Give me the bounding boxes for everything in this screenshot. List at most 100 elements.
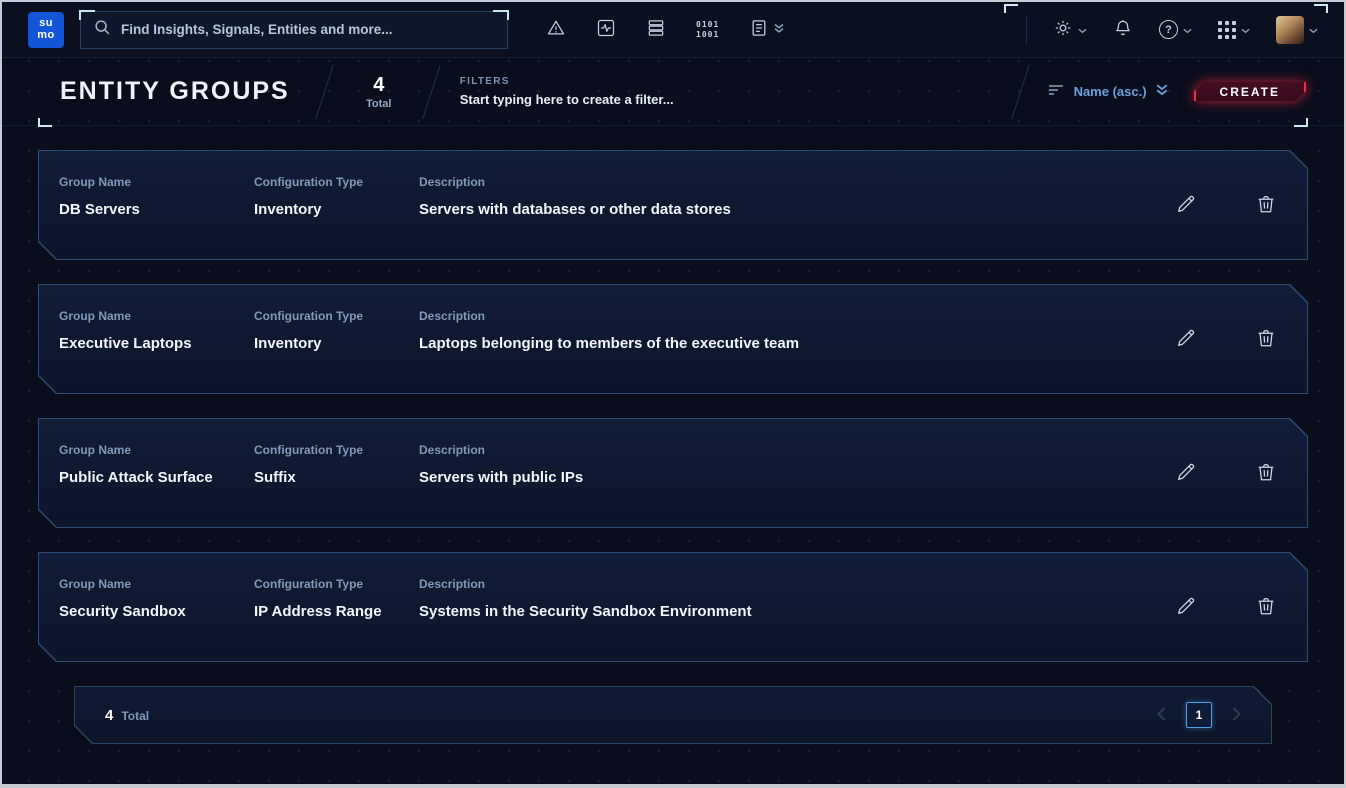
records-nav-button[interactable]: 0101 1001	[696, 20, 719, 38]
description-label: Description	[419, 577, 1135, 591]
double-chevron-down-icon	[1156, 84, 1168, 99]
search-input[interactable]	[121, 22, 495, 37]
page-header: ENTITY GROUPS 4 Total FILTERS Name (asc.…	[2, 58, 1344, 126]
server-stack-icon	[646, 18, 666, 41]
row-actions	[1175, 193, 1277, 218]
description-label: Description	[419, 309, 1135, 323]
description-value: Laptops belonging to members of the exec…	[419, 332, 1135, 355]
edit-button[interactable]	[1175, 461, 1197, 486]
edit-button[interactable]	[1175, 193, 1197, 218]
bell-icon	[1113, 18, 1133, 41]
description-value: Systems in the Security Sandbox Environm…	[419, 600, 1135, 623]
topbar-divider	[1026, 16, 1027, 44]
config-type-label: Configuration Type	[254, 443, 399, 457]
signal-pulse-icon	[596, 18, 616, 41]
chevron-down-icon	[1078, 22, 1087, 37]
settings-button[interactable]	[1053, 18, 1087, 41]
entity-group-card[interactable]: Group Name Public Attack Surface Configu…	[38, 418, 1308, 528]
group-name-value: Executive Laptops	[59, 332, 234, 355]
total-count-value: 4	[355, 74, 403, 97]
row-actions	[1175, 595, 1277, 620]
config-type-value: Inventory	[254, 332, 399, 355]
group-name-label: Group Name	[59, 175, 234, 189]
config-type-label: Configuration Type	[254, 577, 399, 591]
total-count-label: Total	[355, 98, 403, 110]
entity-group-card[interactable]: Group Name Executive Laptops Configurati…	[38, 284, 1308, 394]
description-value: Servers with public IPs	[419, 466, 1135, 489]
edit-button[interactable]	[1175, 595, 1197, 620]
description-label: Description	[419, 443, 1135, 457]
group-name-value: Security Sandbox	[59, 600, 234, 623]
filter-bar: FILTERS	[460, 76, 880, 107]
description-value: Servers with databases or other data sto…	[419, 198, 1135, 221]
entity-group-list: Group Name DB Servers Configuration Type…	[2, 126, 1344, 744]
group-name-value: DB Servers	[59, 198, 234, 221]
question-mark-icon: ?	[1159, 20, 1178, 39]
filters-label: FILTERS	[460, 76, 880, 87]
sort-control[interactable]: Name (asc.)	[1047, 83, 1168, 100]
content-nav-button[interactable]	[749, 18, 784, 41]
trash-icon	[1255, 605, 1277, 620]
row-actions	[1175, 461, 1277, 486]
clipboard-icon	[749, 18, 769, 41]
sort-lines-icon	[1047, 83, 1065, 100]
notifications-button[interactable]	[1113, 18, 1133, 41]
insights-nav-button[interactable]	[546, 18, 566, 41]
footer-total-count: 4	[105, 707, 113, 724]
config-type-value: Suffix	[254, 466, 399, 489]
group-name-value: Public Attack Surface	[59, 466, 234, 489]
trash-icon	[1255, 203, 1277, 218]
config-type-label: Configuration Type	[254, 309, 399, 323]
trash-icon	[1255, 337, 1277, 352]
delete-button[interactable]	[1255, 327, 1277, 352]
help-button[interactable]: ?	[1159, 20, 1192, 39]
trash-icon	[1255, 471, 1277, 486]
group-name-label: Group Name	[59, 443, 234, 457]
edit-button[interactable]	[1175, 327, 1197, 352]
config-type-value: IP Address Range	[254, 600, 399, 623]
entity-group-card[interactable]: Group Name DB Servers Configuration Type…	[38, 150, 1308, 260]
previous-page-button[interactable]	[1157, 707, 1166, 724]
pencil-icon	[1175, 337, 1197, 352]
sort-label: Name (asc.)	[1074, 84, 1147, 99]
header-divider	[315, 65, 334, 119]
total-count-badge: 4 Total	[355, 74, 403, 110]
footer-total-label: Total	[121, 709, 149, 723]
logo-text-line1: su	[39, 18, 53, 30]
topbar-nav: 0101 1001	[546, 18, 784, 41]
sumo-logic-logo[interactable]: su mo	[28, 12, 64, 48]
pagination: 1	[1157, 702, 1241, 728]
search-icon	[93, 18, 111, 41]
footer-total: 4 Total	[105, 707, 149, 724]
delete-button[interactable]	[1255, 595, 1277, 620]
header-controls: Name (asc.) CREATE	[994, 65, 1306, 119]
create-button[interactable]: CREATE	[1194, 82, 1306, 101]
page-number-button[interactable]: 1	[1186, 702, 1212, 728]
entity-group-card[interactable]: Group Name Security Sandbox Configuratio…	[38, 552, 1308, 662]
filter-input[interactable]	[460, 92, 880, 107]
header-divider	[1011, 65, 1030, 119]
create-button-label: CREATE	[1196, 75, 1304, 109]
header-divider	[422, 65, 441, 119]
pencil-icon	[1175, 605, 1197, 620]
delete-button[interactable]	[1255, 193, 1277, 218]
gear-icon	[1053, 18, 1073, 41]
signals-nav-button[interactable]	[596, 18, 616, 41]
group-name-label: Group Name	[59, 577, 234, 591]
next-page-button[interactable]	[1232, 707, 1241, 724]
page-title: ENTITY GROUPS	[60, 77, 290, 106]
config-type-label: Configuration Type	[254, 175, 399, 189]
pencil-icon	[1175, 203, 1197, 218]
apps-menu-button[interactable]	[1218, 21, 1250, 39]
double-chevron-down-icon	[774, 22, 784, 37]
user-menu-button[interactable]	[1276, 16, 1318, 44]
entities-nav-button[interactable]	[646, 18, 666, 41]
group-name-label: Group Name	[59, 309, 234, 323]
delete-button[interactable]	[1255, 461, 1277, 486]
logo-text-line2: mo	[37, 30, 55, 42]
config-type-value: Inventory	[254, 198, 399, 221]
insight-triangle-icon	[546, 18, 566, 41]
description-label: Description	[419, 175, 1135, 189]
chevron-down-icon	[1309, 22, 1318, 37]
entity-groups-page: su mo	[2, 2, 1344, 784]
